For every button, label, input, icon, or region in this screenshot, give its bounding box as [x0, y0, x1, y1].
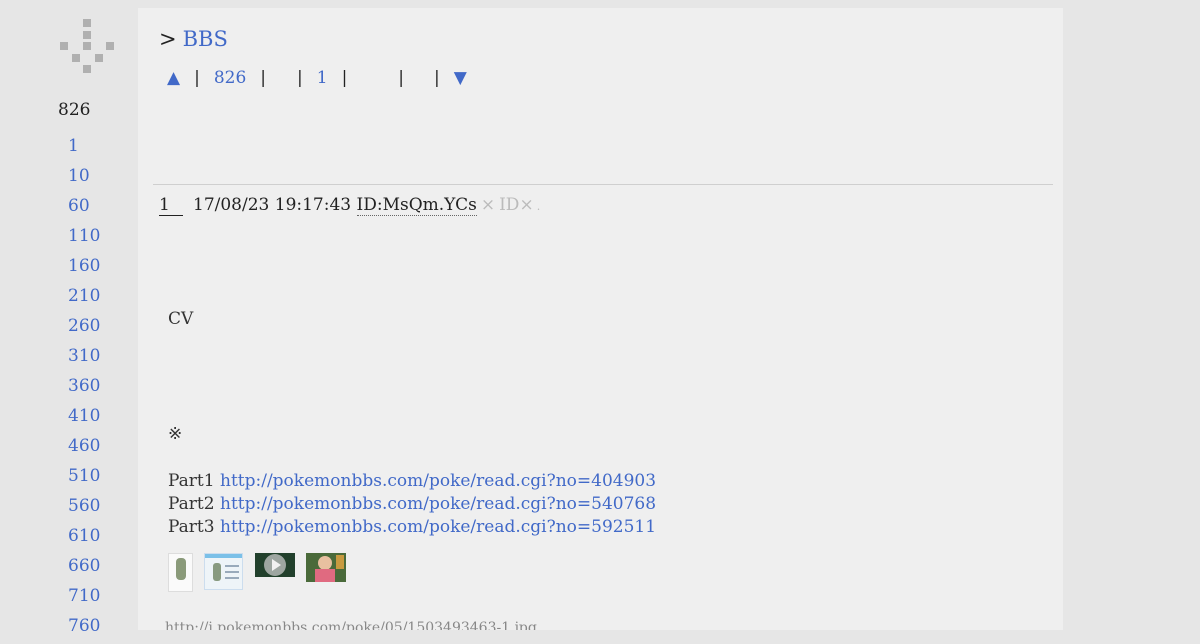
jump-link[interactable]: 310 — [68, 346, 100, 366]
video-thumbnail[interactable] — [255, 553, 295, 577]
thumbnail-dress — [315, 569, 335, 582]
thread-panel: > BBS ▲ | 826 | | 1 | | | ▼ 1 17/08/23 19:17:43 ID:… — [138, 8, 1063, 630]
part-line: Part3 http://pokemonbbs.com/poke/read.cg… — [168, 516, 656, 539]
jump-link[interactable]: 360 — [68, 376, 100, 396]
nav-divider: | — [194, 68, 200, 88]
jump-link[interactable]: 410 — [68, 406, 100, 426]
jump-link[interactable]: 560 — [68, 496, 100, 516]
jump-link[interactable]: 510 — [68, 466, 100, 486]
illustration-thumbnail[interactable] — [306, 553, 346, 582]
jump-link[interactable]: 760 — [68, 616, 100, 636]
play-triangle-icon — [272, 559, 281, 571]
list-item: 710 — [68, 584, 100, 614]
nav-page-link[interactable]: 1 — [317, 68, 328, 88]
post-line-cv: CV — [168, 309, 194, 329]
list-item: 210 — [68, 284, 100, 314]
divider — [153, 184, 1053, 185]
post-line-note: ※ — [168, 424, 183, 444]
jump-list: 1 10 60 110 160 210 260 310 360 410 460 … — [68, 134, 100, 644]
list-item: 760 — [68, 614, 100, 644]
post-number[interactable]: 1 — [159, 196, 183, 216]
nav-divider: | — [398, 68, 405, 88]
screenshot-thumbnail[interactable] — [204, 553, 243, 590]
part-label: Part2 — [168, 494, 215, 514]
hide-id-button[interactable]: ID× — [499, 195, 534, 215]
sidebar: 826 1 10 60 110 160 210 260 310 360 410 … — [0, 0, 138, 636]
post-header: 1 17/08/23 19:17:43 ID:MsQm.YCs × ID×. — [159, 195, 540, 216]
part-label: Part1 — [168, 471, 215, 491]
post-part-links: Part1 http://pokemonbbs.com/poke/read.cg… — [168, 470, 656, 539]
jump-link[interactable]: 710 — [68, 586, 100, 606]
nav-divider: | — [297, 68, 303, 88]
breadcrumb-bbs-link[interactable]: BBS — [183, 27, 228, 51]
jump-link[interactable]: 210 — [68, 286, 100, 306]
list-item: 60 — [68, 194, 100, 224]
list-item: 510 — [68, 464, 100, 494]
list-item: 560 — [68, 494, 100, 524]
thumbnail-line — [225, 565, 239, 567]
scroll-up-icon[interactable]: ▲ — [167, 68, 180, 88]
hide-post-icon[interactable]: × — [481, 195, 495, 215]
breadcrumb: > BBS — [159, 27, 228, 51]
list-item: 1 — [68, 134, 100, 164]
part-link[interactable]: http://pokemonbbs.com/poke/read.cgi?no=4… — [220, 471, 656, 491]
jump-link[interactable]: 260 — [68, 316, 100, 336]
jump-link[interactable]: 460 — [68, 436, 100, 456]
nav-divider: | — [434, 68, 440, 88]
list-item: 310 — [68, 344, 100, 374]
jump-link[interactable]: 110 — [68, 226, 100, 246]
figure-thumbnail[interactable] — [168, 553, 193, 592]
list-item: 660 — [68, 554, 100, 584]
part-link[interactable]: http://pokemonbbs.com/poke/read.cgi?no=5… — [220, 517, 656, 537]
figure-shape — [176, 558, 186, 580]
jump-link[interactable]: 60 — [68, 196, 90, 216]
nav-divider: | — [260, 68, 266, 88]
thumbnail-frame — [336, 555, 344, 569]
part-line: Part1 http://pokemonbbs.com/poke/read.cg… — [168, 470, 656, 493]
cross-pixel-logo-icon[interactable] — [60, 19, 116, 75]
list-item: 610 — [68, 524, 100, 554]
list-item: 360 — [68, 374, 100, 404]
figure-shape — [213, 563, 221, 581]
thumbnail-line — [225, 577, 239, 579]
list-item: 160 — [68, 254, 100, 284]
nav-count-link[interactable]: 826 — [214, 68, 246, 88]
part-line: Part2 http://pokemonbbs.com/poke/read.cg… — [168, 493, 656, 516]
jump-link[interactable]: 660 — [68, 556, 100, 576]
list-item: 460 — [68, 434, 100, 464]
list-item: 110 — [68, 224, 100, 254]
post-dot: . — [536, 200, 541, 213]
thumbnail-face — [318, 556, 332, 570]
part-link[interactable]: http://pokemonbbs.com/poke/read.cgi?no=5… — [220, 494, 656, 514]
scroll-down-icon[interactable]: ▼ — [454, 68, 467, 88]
thumbnail-topbar — [205, 554, 242, 558]
list-item: 10 — [68, 164, 100, 194]
jump-link[interactable]: 160 — [68, 256, 100, 276]
jump-link[interactable]: 610 — [68, 526, 100, 546]
thumbnail-line — [225, 571, 239, 573]
thread-count: 826 — [58, 100, 91, 120]
jump-link[interactable]: 1 — [68, 136, 79, 156]
breadcrumb-separator: > — [159, 27, 177, 51]
post-user-id[interactable]: ID:MsQm.YCs — [356, 195, 477, 216]
jump-link[interactable]: 10 — [68, 166, 90, 186]
thread-nav: ▲ | 826 | | 1 | | | ▼ — [167, 68, 467, 88]
post-datetime: 17/08/23 19:17:43 — [193, 195, 352, 215]
nav-divider: | — [341, 68, 348, 88]
list-item: 260 — [68, 314, 100, 344]
part-label: Part3 — [168, 517, 215, 537]
image-link[interactable]: http://i.pokemonbbs.com/poke/05/15034934… — [165, 620, 537, 630]
list-item: 410 — [68, 404, 100, 434]
